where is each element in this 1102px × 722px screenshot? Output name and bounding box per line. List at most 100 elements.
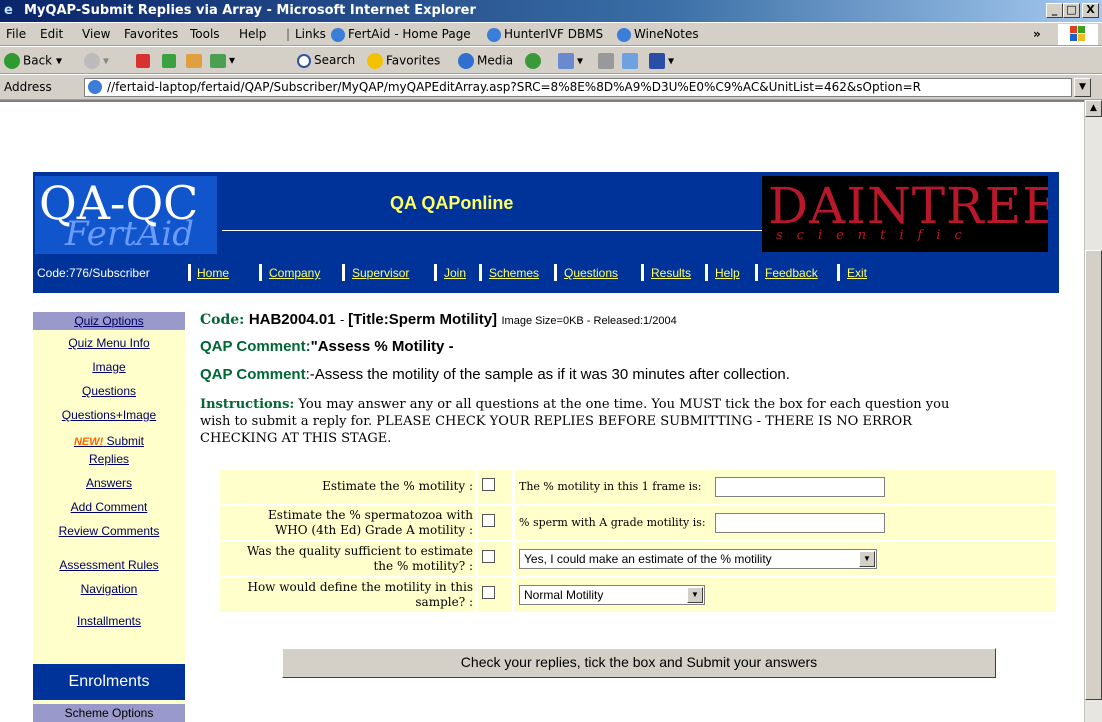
home-button[interactable] [186, 53, 205, 68]
stop-icon [136, 53, 150, 68]
motility-type-select[interactable]: Normal Motility ▼ [519, 585, 705, 605]
nav-feedback[interactable]: Feedback [765, 266, 818, 280]
sidebar-item-assessment-rules[interactable]: Assessment Rules [33, 558, 185, 572]
menu-bar: File Edit View Favorites Tools Help | Li… [0, 22, 1102, 46]
nav-join[interactable]: Join [444, 266, 466, 280]
toolbar: Back ▾ ▾ ▾ Search Favorites Media ▾ ▾ [0, 46, 1102, 74]
media-button[interactable]: Media [458, 53, 513, 69]
search-button[interactable]: Search [297, 53, 355, 68]
edit-page-icon [622, 53, 638, 69]
question-label: Estimate the % spermatozoa with WHO (4th … [220, 506, 475, 540]
sidebar-enrolments[interactable]: Enrolments [33, 664, 185, 700]
sidebar-header-quiz-options[interactable]: Quiz Options [33, 312, 185, 330]
link-winenotes[interactable]: WineNotes [617, 27, 699, 42]
print-button[interactable] [598, 53, 617, 69]
menu-favorites[interactable]: Favorites [124, 27, 178, 41]
media-icon [458, 53, 474, 69]
question-row: Was the quality sufficient to estimate th… [220, 542, 1056, 576]
new-badge: NEW! [73, 436, 104, 448]
menu-view[interactable]: View [82, 27, 110, 41]
quiz-title: [Title:Sperm Motility] [348, 311, 498, 328]
refresh-button[interactable] [162, 53, 179, 68]
window-titlebar: e MyQAP-Submit Replies via Array - Micro… [0, 0, 1102, 22]
scroll-thumb[interactable] [1085, 250, 1102, 700]
nav-help[interactable]: Help [715, 266, 740, 280]
edit-page-button[interactable] [622, 53, 641, 69]
search-icon [297, 53, 311, 68]
motility-percent-input[interactable] [715, 477, 885, 497]
nav-schemes[interactable]: Schemes [489, 266, 539, 280]
question-3-checkbox[interactable] [482, 550, 495, 563]
mail-icon [558, 53, 574, 69]
question-row: How would define the motility in this sam… [220, 578, 1056, 612]
scroll-up-arrow-icon[interactable]: ▲ [1085, 100, 1102, 117]
nav-home[interactable]: Home [197, 266, 229, 280]
question-label: Estimate the % motility : [220, 470, 475, 504]
question-2-checkbox[interactable] [482, 514, 495, 527]
grade-a-motility-input[interactable] [715, 513, 885, 533]
nav-questions[interactable]: Questions [564, 266, 618, 280]
sidebar-item-submit[interactable]: NEW! Submit [33, 434, 185, 448]
forward-button[interactable]: ▾ [84, 53, 109, 69]
mail-button[interactable]: ▾ [558, 53, 583, 69]
submit-answers-button[interactable]: Check your replies, tick the box and Sub… [282, 648, 996, 678]
quiz-meta: Image Size=0KB - Released:1/2004 [501, 315, 677, 327]
sidebar-item-image[interactable]: Image [33, 360, 185, 374]
links-more-chevron-icon[interactable]: » [1033, 27, 1041, 41]
history-icon [525, 53, 541, 69]
nav-exit[interactable]: Exit [847, 266, 867, 280]
qap-comment-2: QAP Comment:-Assess the motility of the … [200, 366, 790, 383]
back-button[interactable]: Back ▾ [4, 53, 62, 69]
quality-select[interactable]: Yes, I could make an estimate of the % m… [519, 549, 877, 569]
sidebar-item-questions[interactable]: Questions [33, 384, 185, 398]
address-dropdown-button[interactable]: ▼ [1074, 78, 1091, 97]
questions-table: Estimate the % motility : The % motility… [220, 470, 1056, 638]
ie-page-icon [331, 27, 345, 42]
maximize-button[interactable]: □ [1063, 3, 1080, 18]
refresh-icon [162, 53, 176, 68]
sidebar-scheme-options[interactable]: Scheme Options [33, 704, 185, 722]
sidebar-item-answers[interactable]: Answers [33, 476, 185, 490]
address-input[interactable]: //fertaid-laptop/fertaid/QAP/Subscriber/… [84, 78, 1072, 97]
question-label: Was the quality sufficient to estimate th… [220, 542, 475, 576]
answer-label: The % motility in this 1 frame is: [519, 480, 702, 493]
qa-qc-fertaid-logo: FertAid QA-QC [35, 176, 217, 254]
windows-logo-icon [1058, 24, 1098, 45]
menu-file[interactable]: File [6, 27, 26, 41]
top-nav: Code:776/Subscriber Home Company Supervi… [33, 262, 1059, 284]
nav-company[interactable]: Company [269, 266, 320, 280]
link-hunterivf-dbms[interactable]: HunterIVF DBMS [487, 27, 603, 42]
word-button[interactable]: ▾ [649, 53, 674, 69]
nav-supervisor[interactable]: Supervisor [352, 266, 409, 280]
window-title: MyQAP-Submit Replies via Array - Microso… [24, 3, 476, 18]
question-row: Estimate the % spermatozoa with WHO (4th … [220, 506, 1056, 540]
stop-button[interactable] [136, 53, 153, 68]
question-4-checkbox[interactable] [482, 586, 495, 599]
favorites-button[interactable]: Favorites [367, 53, 440, 69]
menu-edit[interactable]: Edit [40, 27, 63, 41]
history-button[interactable] [525, 53, 544, 69]
sidebar-item-add-comment[interactable]: Add Comment [33, 500, 185, 514]
nav-results[interactable]: Results [651, 266, 691, 280]
fonts-button[interactable]: ▾ [210, 53, 235, 68]
minimize-button[interactable]: _ [1046, 3, 1063, 18]
sidebar-item-installments[interactable]: Installments [33, 614, 185, 628]
menu-tools[interactable]: Tools [190, 27, 220, 41]
sidebar-item-questions-image[interactable]: Questions+Image [33, 408, 185, 422]
sidebar-item-quiz-menu-info[interactable]: Quiz Menu Info [33, 336, 185, 350]
links-separator: | [286, 27, 291, 41]
sidebar-item-navigation[interactable]: Navigation [33, 582, 185, 596]
subscriber-code: Code:776/Subscriber [37, 266, 150, 280]
question-1-checkbox[interactable] [482, 478, 495, 491]
daintree-scientific-logo: DAINTREE scientific [762, 176, 1048, 252]
sidebar-item-replies[interactable]: Replies [33, 452, 185, 466]
vertical-scrollbar[interactable]: ▲ [1084, 100, 1102, 722]
close-button[interactable]: X [1082, 3, 1099, 18]
ie-page-icon [487, 27, 501, 42]
menu-help[interactable]: Help [239, 27, 266, 41]
sidebar-item-review-comments[interactable]: Review Comments [33, 524, 185, 538]
sidebar: Quiz Options Quiz Menu Info Image Questi… [33, 312, 185, 722]
ie-icon: e [4, 3, 13, 18]
link-fertaid-home[interactable]: FertAid - Home Page [331, 27, 471, 42]
answer-label: % sperm with A grade motility is: [519, 516, 706, 529]
